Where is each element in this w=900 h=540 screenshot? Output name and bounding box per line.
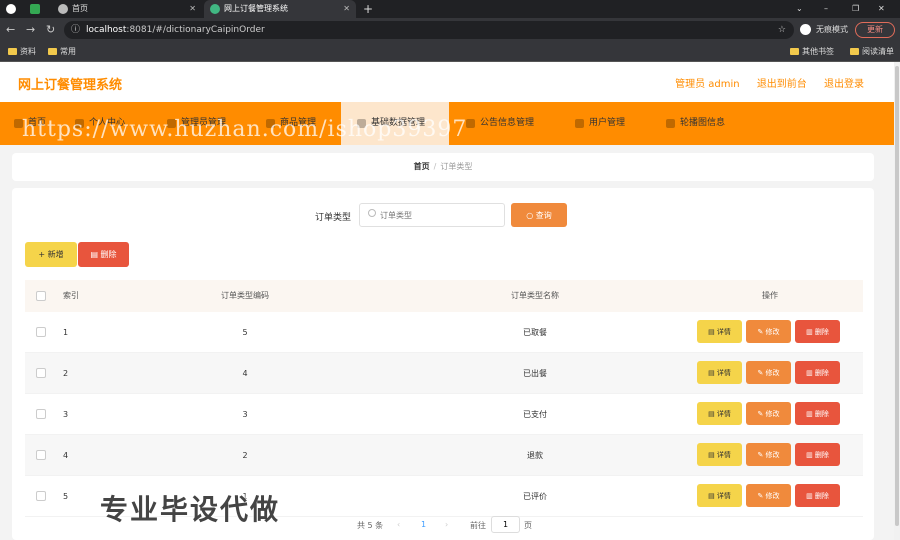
add-button[interactable]: + 新增 <box>25 242 77 267</box>
search-label: 订单类型 <box>315 213 352 223</box>
search-icon: ○ <box>526 210 536 220</box>
update-button[interactable]: 更新 <box>855 22 895 38</box>
detail-button[interactable]: ▤ 详情 <box>697 320 742 343</box>
search-button[interactable]: ○ 查询 <box>511 203 567 227</box>
app-title: 网上订餐管理系统 <box>18 78 123 93</box>
reading-list[interactable]: 阅读清单 <box>850 42 894 62</box>
table-row: 4 2 退款 ▤ 详情 ✎ 修改 ▥ 删除 <box>25 435 863 476</box>
detail-button[interactable]: ▤ 详情 <box>697 443 742 466</box>
select-all-checkbox[interactable] <box>36 291 46 301</box>
prev-page-icon[interactable]: ‹ <box>397 520 400 529</box>
pinned-tab[interactable] <box>24 0 48 18</box>
edit-button[interactable]: ✎ 修改 <box>746 320 791 343</box>
header-links: 管理员 admin 退出到前台 退出登录 <box>661 75 864 90</box>
delete-button[interactable]: ▥ 删除 <box>795 361 840 384</box>
close-icon[interactable]: ✕ <box>343 0 350 18</box>
detail-button[interactable]: ▤ 详情 <box>697 361 742 384</box>
breadcrumb: 首页 / 订单类型 <box>12 153 874 181</box>
edit-button[interactable]: ✎ 修改 <box>746 402 791 425</box>
menu-notices[interactable]: 公告信息管理 <box>466 102 562 145</box>
close-icon[interactable]: ✕ <box>189 0 196 18</box>
goto-label: 前往 <box>470 521 486 530</box>
url-field[interactable]: ⓘ localhost:8081/#/dictionaryCaipinOrder… <box>64 21 794 39</box>
table-row: 1 5 已取餐 ▤ 详情 ✎ 修改 ▥ 删除 <box>25 312 863 353</box>
row-checkbox[interactable] <box>36 327 46 337</box>
incognito-icon <box>800 24 811 35</box>
breadcrumb-current: 订单类型 <box>440 162 473 171</box>
browser-tab-strip: 首页 ✕ 网上订餐管理系统 ✕ + ⌄ – ❐ ✕ <box>0 0 900 18</box>
bookmark-folder[interactable]: 资料 <box>8 42 36 62</box>
watermark-url: https://www.huzhan.com/ishop39397 <box>22 117 468 142</box>
close-window-icon[interactable]: ✕ <box>878 0 894 18</box>
edit-button[interactable]: ✎ 修改 <box>746 361 791 384</box>
delete-button[interactable]: ▥ 删除 <box>795 443 840 466</box>
search-icon <box>368 209 376 217</box>
tab-app[interactable]: 网上订餐管理系统 ✕ <box>204 0 356 18</box>
new-tab-button[interactable]: + <box>360 0 376 18</box>
browser-menu-icon[interactable] <box>0 0 20 18</box>
next-page-icon[interactable]: › <box>445 520 448 529</box>
star-icon[interactable]: ☆ <box>778 21 786 39</box>
bookmarks-bar: 资料 常用 其他书签 阅读清单 <box>0 42 900 62</box>
table-header: 索引 订单类型编码 订单类型名称 操作 <box>25 280 863 312</box>
vue-icon <box>210 4 220 14</box>
bookmark-folder[interactable]: 其他书签 <box>790 42 834 62</box>
page-number[interactable]: 1 <box>421 520 426 529</box>
row-checkbox[interactable] <box>36 409 46 419</box>
minimize-icon[interactable]: – <box>824 0 840 18</box>
breadcrumb-home[interactable]: 首页 <box>414 162 430 171</box>
goto-page-input[interactable] <box>491 516 520 533</box>
menu-carousel[interactable]: 轮播图信息 <box>666 102 746 145</box>
pager-total: 共 5 条 <box>357 521 384 530</box>
trash-icon: ▤ <box>90 250 101 259</box>
menu-users[interactable]: 用户管理 <box>575 102 645 145</box>
order-type-table: 索引 订单类型编码 订单类型名称 操作 1 5 已取餐 ▤ 详情 ✎ 修改 ▥ … <box>25 280 863 517</box>
search-input[interactable] <box>359 203 505 227</box>
tab-search-icon[interactable]: ⌄ <box>796 0 812 18</box>
address-bar-row: ← → ↻ ⓘ localhost:8081/#/dictionaryCaipi… <box>0 18 900 42</box>
row-checkbox[interactable] <box>36 491 46 501</box>
table-row: 3 3 已支付 ▤ 详情 ✎ 修改 ▥ 删除 <box>25 394 863 435</box>
to-front-link[interactable]: 退出到前台 <box>757 79 807 90</box>
back-icon[interactable]: ← <box>6 23 15 36</box>
edit-button[interactable]: ✎ 修改 <box>746 484 791 507</box>
tab-home[interactable]: 首页 ✕ <box>52 0 202 18</box>
globe-icon <box>58 4 68 14</box>
delete-button[interactable]: ▥ 删除 <box>795 484 840 507</box>
users-icon <box>575 119 584 128</box>
row-checkbox[interactable] <box>36 368 46 378</box>
delete-button[interactable]: ▥ 删除 <box>795 320 840 343</box>
maximize-icon[interactable]: ❐ <box>852 0 868 18</box>
admin-label: 管理员 admin <box>675 79 740 90</box>
scrollbar-thumb[interactable] <box>895 66 899 526</box>
overlay-watermark-text: 专业毕设代做 <box>100 493 281 526</box>
logout-link[interactable]: 退出登录 <box>824 79 864 90</box>
forward-icon[interactable]: → <box>26 23 35 36</box>
edit-button[interactable]: ✎ 修改 <box>746 443 791 466</box>
row-checkbox[interactable] <box>36 450 46 460</box>
app-header: 网上订餐管理系统 管理员 admin 退出到前台 退出登录 <box>0 62 894 102</box>
page-unit: 页 <box>524 521 532 530</box>
image-icon <box>666 119 675 128</box>
reload-icon[interactable]: ↻ <box>46 23 55 36</box>
bookmark-folder[interactable]: 常用 <box>48 42 76 62</box>
detail-button[interactable]: ▤ 详情 <box>697 402 742 425</box>
info-icon: ⓘ <box>71 25 81 35</box>
delete-button[interactable]: ▥ 删除 <box>795 402 840 425</box>
batch-delete-button[interactable]: ▤ 删除 <box>78 242 129 267</box>
table-row: 2 4 已出餐 ▤ 详情 ✎ 修改 ▥ 删除 <box>25 353 863 394</box>
detail-button[interactable]: ▤ 详情 <box>697 484 742 507</box>
page-scrollbar[interactable] <box>894 62 900 540</box>
